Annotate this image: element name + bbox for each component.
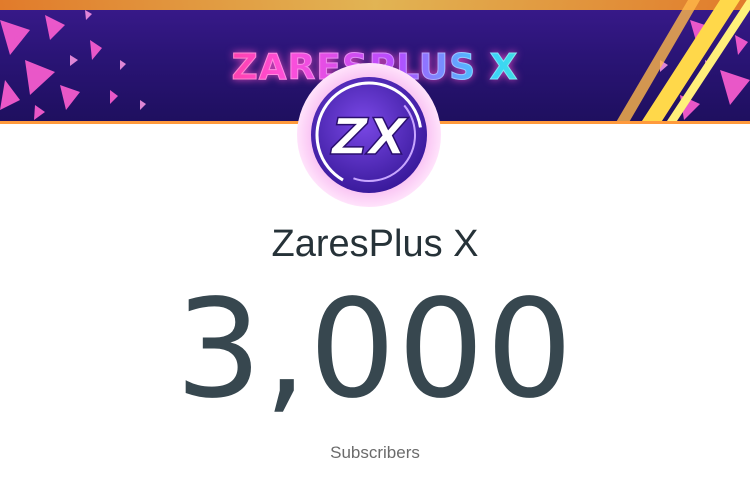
avatar-logo-text: ZX [330,108,409,166]
subscriber-label: Subscribers [330,443,420,462]
avatar[interactable]: ZX [296,62,442,208]
subscriber-count: 3,000 [175,271,575,429]
banner-stripes [615,0,750,124]
zx-logo-icon: ZX [297,63,441,207]
channel-name[interactable]: ZaresPlus X [0,222,750,266]
